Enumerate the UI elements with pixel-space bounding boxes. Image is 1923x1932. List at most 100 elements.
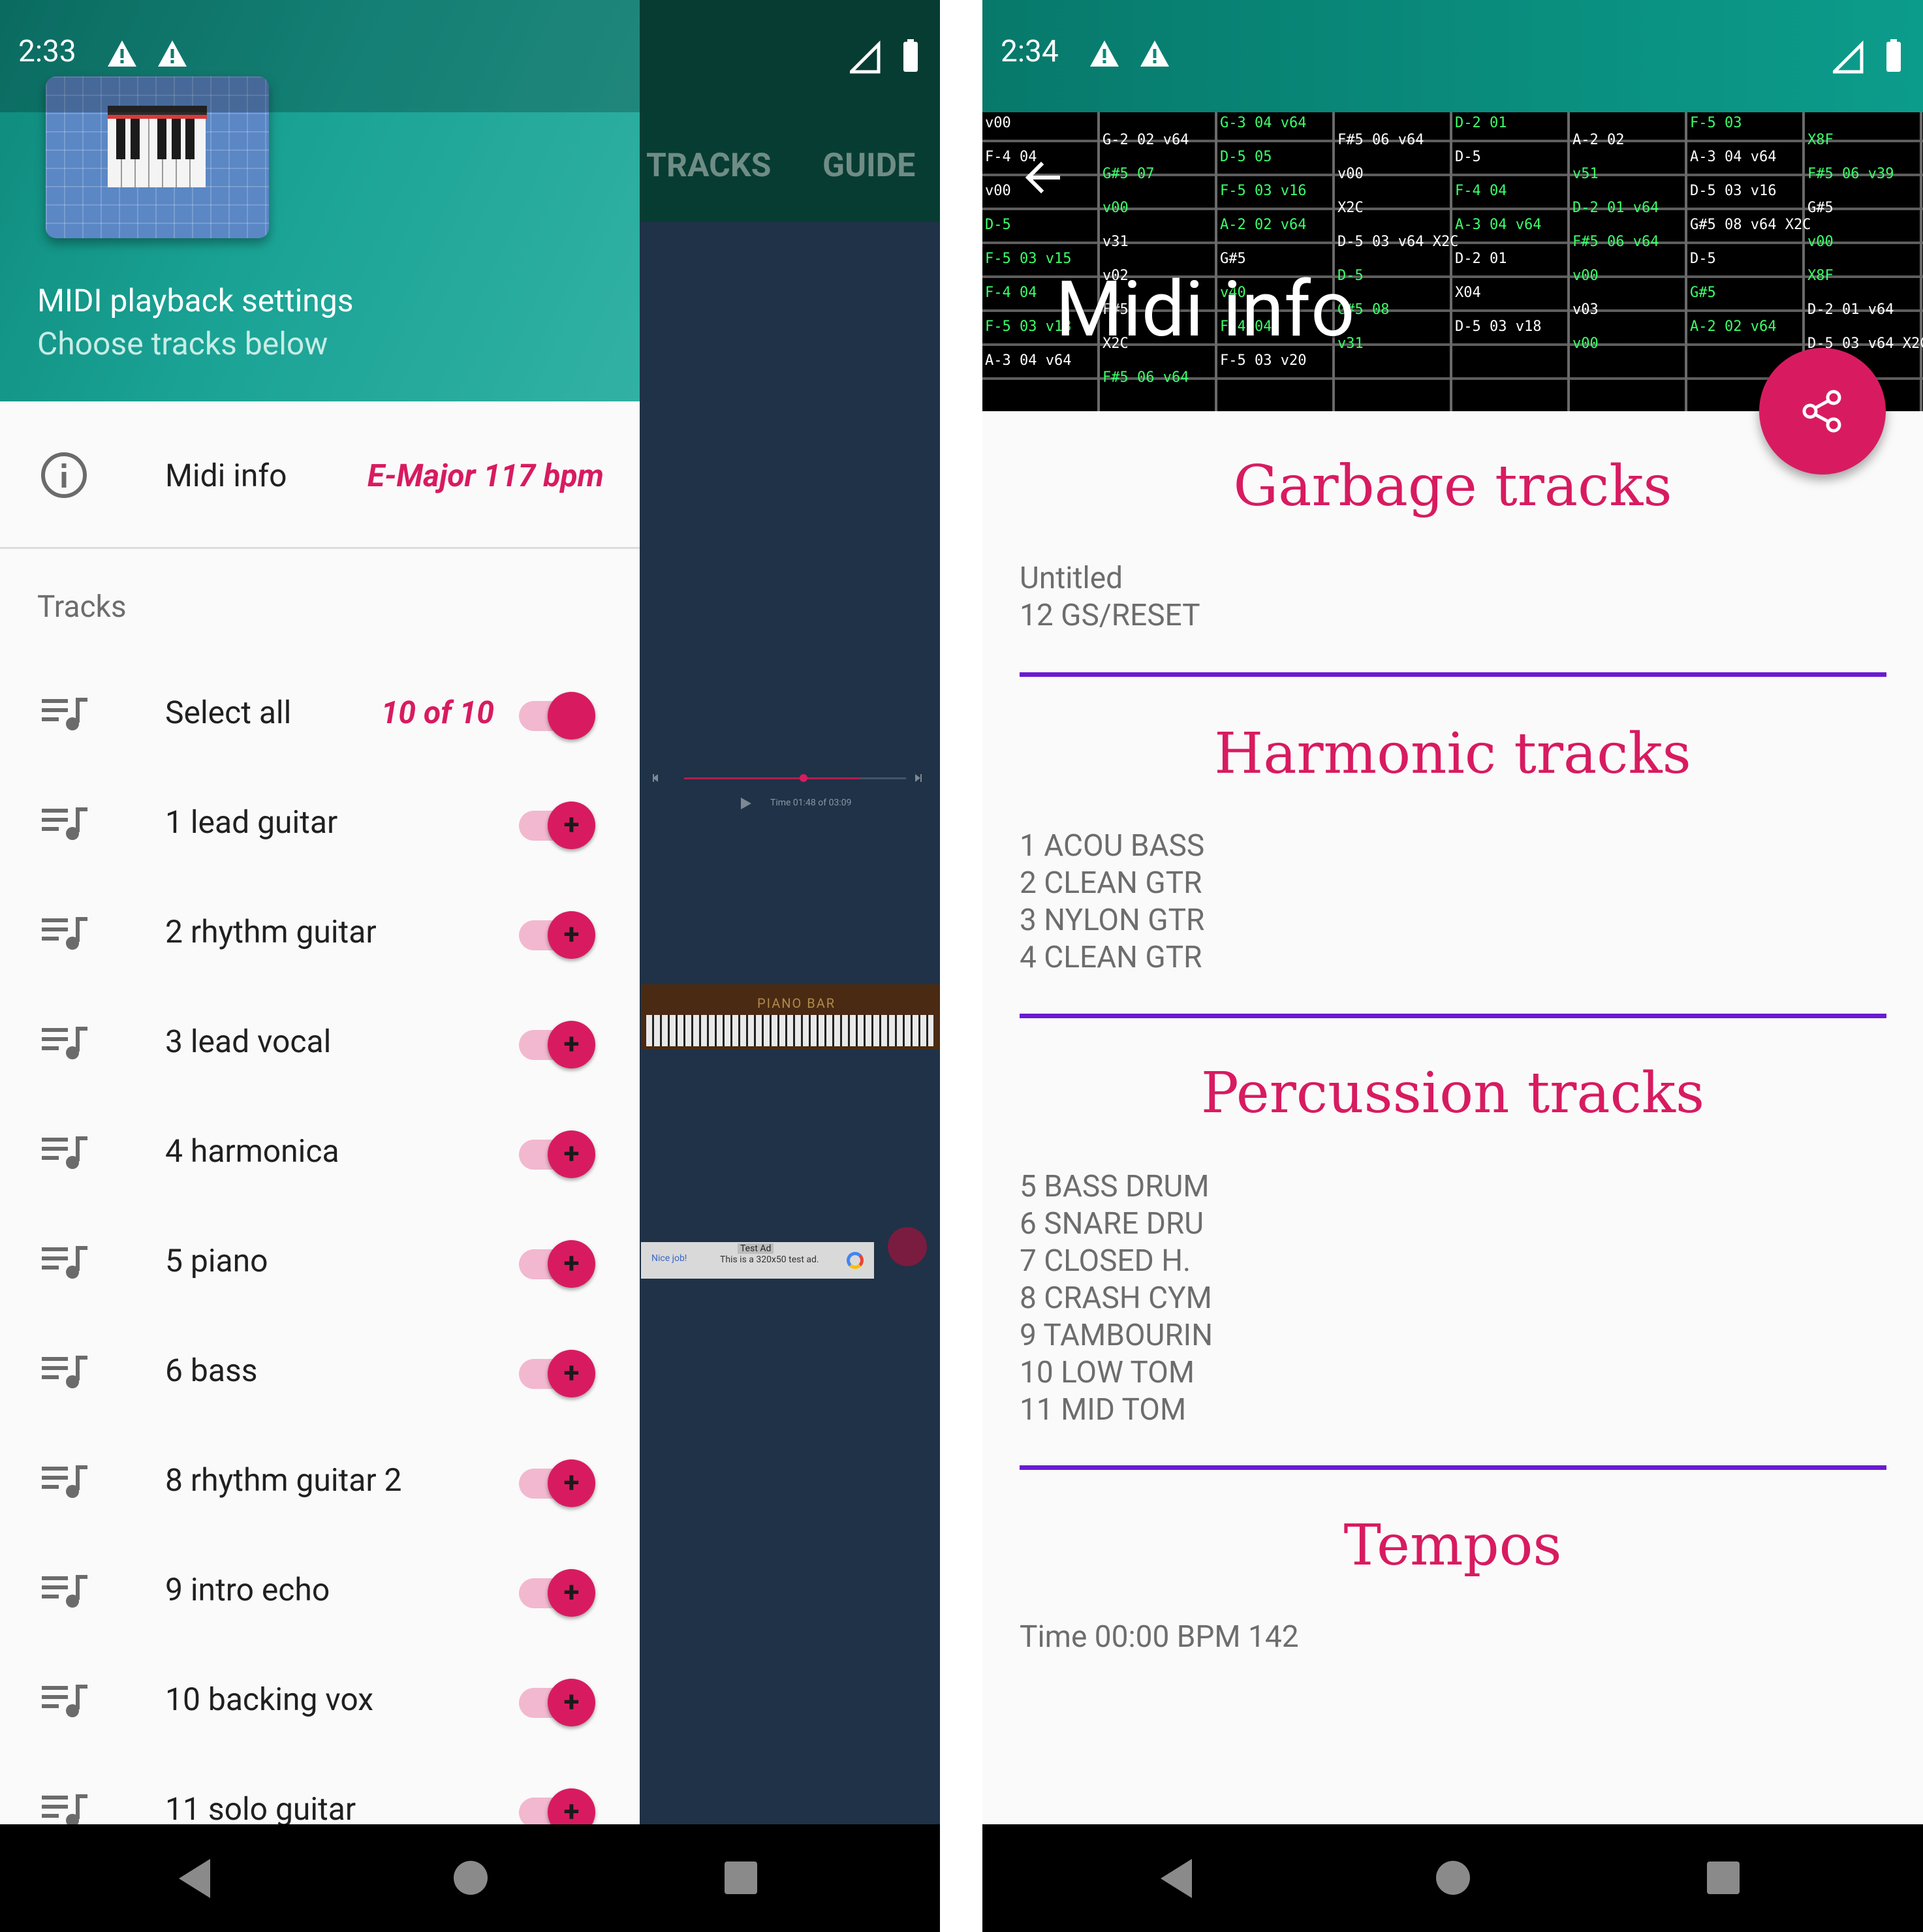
divider: [0, 547, 640, 549]
tracker-cell: X2C: [1337, 200, 1364, 216]
tracker-cell: v03: [1572, 302, 1599, 318]
section-line-item: 8 CRASH CYM: [1020, 1281, 1212, 1316]
nav-recent-icon[interactable]: [1707, 1862, 1740, 1894]
tracker-cell: D-2 01: [1455, 115, 1507, 131]
tracker-cell: D-5 05: [1220, 149, 1272, 165]
system-nav-bar: [982, 1824, 1923, 1932]
tracker-cell: v00: [985, 115, 1011, 131]
tracker-cell: v00: [1337, 166, 1364, 182]
track-toggle-knob[interactable]: +: [548, 1569, 595, 1617]
track-toggle-knob[interactable]: +: [548, 1240, 595, 1288]
tracker-cell: F#5 06 v64: [1102, 369, 1189, 386]
section-title: Garbage tracks: [1233, 454, 1672, 519]
track-row[interactable]: 1 lead guitar +: [0, 771, 640, 880]
ad-label: Test Ad: [738, 1243, 774, 1254]
piano-keys: [646, 1015, 933, 1046]
section-title: Percussion tracks: [1200, 1061, 1705, 1126]
tracker-cell: G#5: [1690, 285, 1716, 301]
status-bar: 2:34: [982, 0, 1923, 112]
add-fab-button[interactable]: [888, 1227, 927, 1266]
track-row[interactable]: 3 lead vocal +: [0, 990, 640, 1100]
section-line-item: 11 MID TOM: [1020, 1392, 1187, 1427]
track-toggle-knob[interactable]: +: [548, 1021, 595, 1068]
section-divider: [1020, 1014, 1886, 1018]
nav-home-icon[interactable]: [454, 1861, 488, 1895]
tracker-cell: F#5 06 v39: [1807, 166, 1894, 182]
signal-battery-icons: [850, 39, 918, 74]
track-label: 2 rhythm guitar: [165, 913, 377, 950]
ad-text: This is a 320x50 test ad.: [720, 1254, 819, 1265]
page-title: Midi info: [1055, 264, 1355, 354]
section-title: Tempos: [1343, 1513, 1562, 1578]
track-row[interactable]: 6 bass +: [0, 1319, 640, 1429]
drawer-title: MIDI playback settings: [37, 282, 354, 319]
tracker-cell: X8F: [1807, 268, 1834, 284]
back-arrow-icon[interactable]: [1022, 157, 1063, 198]
nav-back-icon[interactable]: [179, 1859, 210, 1898]
track-toggle-knob[interactable]: +: [548, 911, 595, 959]
signal-battery-icons: [1833, 39, 1901, 74]
tracker-cell: A-2 02: [1572, 132, 1625, 148]
tracker-cell: G-3 04 v64: [1220, 115, 1307, 131]
tracker-cell: G-2 02 v64: [1102, 132, 1189, 148]
track-label: 1 lead guitar: [165, 803, 338, 841]
section-line-item: 9 TAMBOURIN: [1020, 1318, 1213, 1353]
warning-icon: [1140, 40, 1169, 67]
track-row[interactable]: 9 intro echo +: [0, 1538, 640, 1648]
tracker-cell: v51: [1572, 166, 1599, 182]
nav-home-icon[interactable]: [1436, 1861, 1470, 1895]
nav-recent-icon[interactable]: [725, 1862, 757, 1894]
tracker-cell: A-3 04 v64: [1455, 217, 1542, 233]
tracker-cell: X8F: [1807, 132, 1834, 148]
tracker-cell: G#5 08 v64 X2C: [1690, 217, 1811, 233]
track-toggle-knob[interactable]: +: [548, 1130, 595, 1178]
track-row[interactable]: 4 harmonica +: [0, 1100, 640, 1209]
select-all-row[interactable]: Select all 10 of 10: [0, 661, 640, 771]
track-toggle-knob[interactable]: +: [548, 1459, 595, 1507]
section-divider: [1020, 1465, 1886, 1470]
select-all-label: Select all: [165, 694, 292, 731]
share-icon: [1802, 390, 1841, 433]
playlist-music-icon: [42, 698, 87, 730]
section-line-item: 6 SNARE DRU: [1020, 1206, 1204, 1241]
track-label: 9 intro echo: [165, 1571, 330, 1608]
playlist-music-icon: [42, 1246, 87, 1279]
playlist-music-icon: [42, 1027, 87, 1059]
track-row[interactable]: 2 rhythm guitar +: [0, 880, 640, 990]
tracker-cell: D-2 01 v64: [1572, 200, 1659, 216]
tab-guide[interactable]: GUIDE: [822, 147, 915, 185]
tracker-cell: A-3 04 v64: [1690, 149, 1777, 165]
playback-bar[interactable]: [653, 770, 927, 822]
track-toggle-knob[interactable]: +: [548, 1788, 595, 1824]
track-toggle-knob[interactable]: +: [548, 1679, 595, 1726]
track-label: 5 piano: [165, 1242, 268, 1279]
section-divider: [1020, 672, 1886, 677]
drawer-subtitle: Choose tracks below: [37, 325, 328, 362]
track-row[interactable]: 11 solo guitar +: [0, 1758, 640, 1824]
playback-time: Time 01:48 of 03:09: [770, 798, 852, 808]
ad-nice-text: Nice job!: [651, 1253, 687, 1264]
playlist-music-icon: [42, 917, 87, 950]
tab-tracks[interactable]: TRACKS: [646, 147, 771, 185]
tracker-cell: A-2 02 v64: [1690, 319, 1777, 335]
tracks-section-header: Tracks: [37, 589, 127, 625]
track-toggle-knob[interactable]: +: [548, 1350, 595, 1397]
select-all-toggle-knob[interactable]: [548, 692, 595, 740]
track-toggle-knob[interactable]: +: [548, 802, 595, 849]
tracker-cell: D-5 03 v18: [1455, 319, 1542, 335]
tracker-cell: v00: [1102, 200, 1129, 216]
section-line-item: 5 BASS DRUM: [1020, 1169, 1210, 1204]
track-row[interactable]: 8 rhythm guitar 2 +: [0, 1429, 640, 1538]
status-time: 2:34: [1001, 34, 1059, 69]
tracker-cell: G#5 07: [1102, 166, 1155, 182]
playlist-music-icon: [42, 807, 87, 840]
navigation-drawer: 2:33 MIDI playback settings Choose track…: [0, 0, 640, 1824]
left-phone-screen: TRACKS GUIDE Time 01:48 of 03:09 PIANO B…: [0, 0, 940, 1932]
section-line-item: Time 00:00 BPM 142: [1020, 1619, 1299, 1655]
tracker-cell: D-5 03 v16: [1690, 183, 1777, 199]
track-row[interactable]: 5 piano +: [0, 1209, 640, 1319]
nav-back-icon[interactable]: [1161, 1859, 1192, 1898]
tracker-cell: D-5: [985, 217, 1011, 233]
track-row[interactable]: 10 backing vox +: [0, 1648, 640, 1758]
tracker-cell: F#5 06 v64: [1337, 132, 1424, 148]
